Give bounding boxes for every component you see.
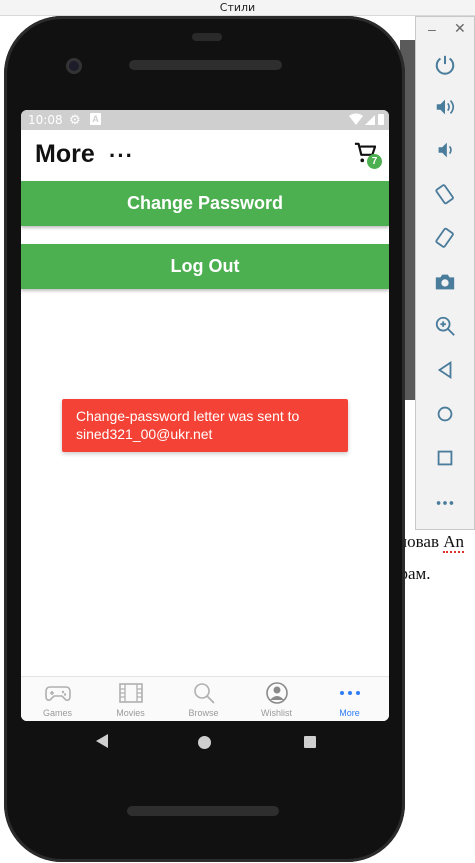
status-time: 10:08 bbox=[28, 113, 63, 127]
android-back-icon[interactable] bbox=[95, 734, 109, 748]
zoom-button[interactable] bbox=[430, 311, 460, 341]
power-icon bbox=[435, 55, 455, 75]
close-icon[interactable]: ✕ bbox=[454, 20, 466, 37]
top-speaker bbox=[129, 60, 282, 70]
tab-games-label: Games bbox=[42, 708, 72, 718]
tab-movies[interactable]: Movies bbox=[94, 677, 167, 721]
rotate-right-icon bbox=[435, 227, 454, 248]
app-header: More ··· 7 bbox=[21, 130, 389, 180]
tab-wishlist[interactable]: Wishlist bbox=[240, 677, 313, 721]
volume-up-button[interactable] bbox=[430, 92, 460, 122]
emulator-side-panel: – ✕ bbox=[415, 16, 475, 530]
zoom-icon bbox=[435, 316, 455, 336]
app-screen: 10:08 ⚙ A More ··· 7 Change Password Log… bbox=[21, 110, 389, 721]
home-button[interactable] bbox=[430, 399, 460, 429]
tab-movies-label: Movies bbox=[116, 708, 145, 718]
tab-more[interactable]: More bbox=[313, 677, 386, 721]
more-icon bbox=[436, 501, 454, 505]
minimize-icon[interactable]: – bbox=[428, 21, 436, 37]
camera-icon bbox=[435, 274, 455, 290]
android-home-button[interactable] bbox=[198, 736, 211, 749]
toast-message: Change-password letter was sent to sined… bbox=[62, 399, 348, 452]
rotate-left-icon bbox=[435, 184, 454, 205]
back-icon bbox=[437, 360, 452, 380]
more-options-button[interactable] bbox=[430, 488, 460, 518]
front-camera bbox=[66, 58, 82, 74]
bottom-speaker bbox=[127, 806, 279, 816]
volume-down-icon bbox=[438, 142, 452, 158]
status-bar: 10:08 ⚙ A bbox=[21, 110, 389, 130]
phone-frame: 10:08 ⚙ A More ··· 7 Change Password Log… bbox=[4, 16, 405, 862]
emulator-panel-titlebar: – ✕ bbox=[416, 17, 474, 45]
gamepad-icon bbox=[45, 686, 71, 701]
top-speaker-slot bbox=[192, 33, 222, 41]
overview-button[interactable] bbox=[430, 443, 460, 473]
power-button[interactable] bbox=[430, 50, 460, 80]
gear-icon: ⚙ bbox=[69, 112, 81, 127]
bottom-tab-bar: Games Movies Browse Wishlist More bbox=[21, 676, 389, 721]
log-out-button[interactable]: Log Out bbox=[21, 244, 389, 289]
back-button[interactable] bbox=[430, 355, 460, 385]
page-title: More bbox=[35, 140, 95, 168]
volume-up-icon bbox=[436, 99, 455, 115]
home-icon bbox=[437, 406, 453, 422]
wifi-signal-battery-icon bbox=[349, 113, 384, 125]
header-menu-button[interactable]: ··· bbox=[109, 143, 134, 169]
cart-button[interactable]: 7 bbox=[354, 142, 382, 170]
notification-a-icon: A bbox=[90, 113, 101, 125]
search-icon bbox=[194, 683, 215, 704]
tab-wishlist-label: Wishlist bbox=[261, 708, 292, 718]
volume-down-button[interactable] bbox=[430, 135, 460, 165]
document-line-1: новав An bbox=[398, 532, 465, 553]
overview-icon bbox=[437, 450, 453, 466]
rotate-left-button[interactable] bbox=[430, 179, 460, 209]
film-icon bbox=[119, 683, 143, 703]
window-title-bar: Стили bbox=[0, 0, 475, 16]
more-dots-icon bbox=[340, 691, 360, 695]
user-icon bbox=[266, 682, 288, 704]
cart-count-badge: 7 bbox=[367, 154, 382, 169]
document-line-1-word: An bbox=[443, 532, 465, 553]
tab-browse[interactable]: Browse bbox=[167, 677, 240, 721]
tab-games[interactable]: Games bbox=[21, 677, 94, 721]
window-title: Стили bbox=[219, 1, 256, 14]
android-recents-button[interactable] bbox=[304, 736, 316, 748]
change-password-button[interactable]: Change Password bbox=[21, 181, 389, 226]
tab-browse-label: Browse bbox=[188, 708, 219, 718]
tab-more-label: More bbox=[339, 708, 360, 718]
status-icons bbox=[349, 113, 385, 129]
screenshot-button[interactable] bbox=[430, 267, 460, 297]
rotate-right-button[interactable] bbox=[430, 223, 460, 253]
